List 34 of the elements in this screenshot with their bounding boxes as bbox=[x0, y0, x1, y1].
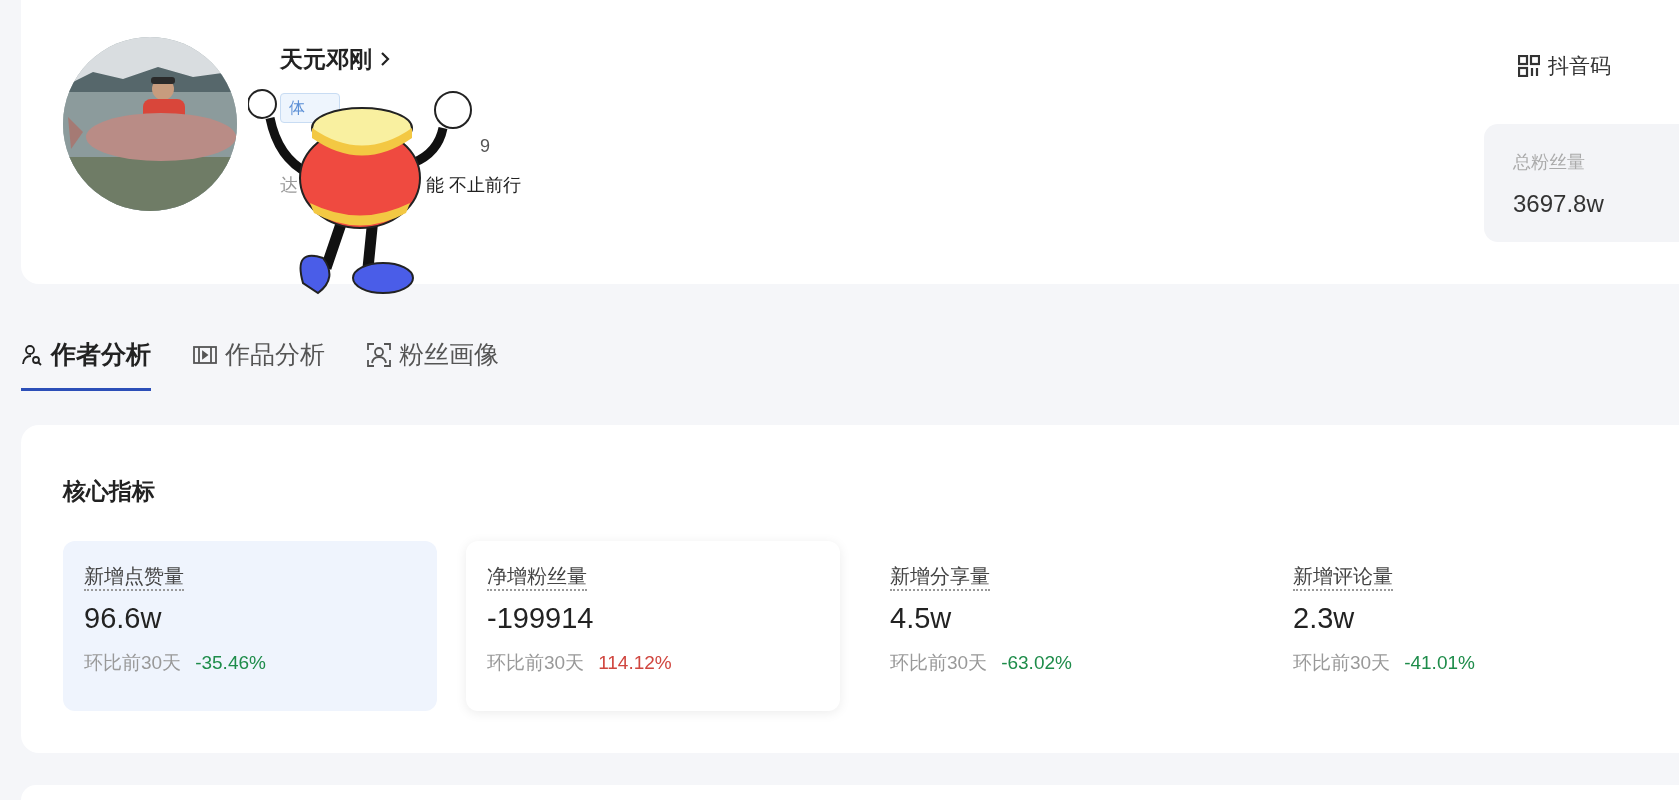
tab[interactable]: 作者分析 bbox=[21, 336, 151, 391]
metric-label: 新增评论量 bbox=[1293, 563, 1393, 591]
metric-label: 新增分享量 bbox=[890, 563, 990, 591]
film-icon bbox=[193, 344, 217, 365]
section-title: 核心指标 bbox=[63, 477, 155, 506]
metric-label: 新增点赞量 bbox=[84, 563, 184, 591]
chevron-right-icon[interactable] bbox=[380, 51, 390, 68]
user-search-icon bbox=[21, 343, 43, 366]
change-percent: -35.46% bbox=[195, 650, 266, 675]
metric-value: 2.3w bbox=[1293, 601, 1355, 636]
stat-value: 3697.8w bbox=[1513, 189, 1604, 219]
metric-card[interactable]: 净增粉丝量 -199914 环比前30天 114.12% bbox=[466, 541, 840, 711]
change-percent: 114.12% bbox=[598, 650, 672, 675]
tab[interactable]: 粉丝画像 bbox=[367, 336, 499, 391]
compare-label: 环比前30天 bbox=[1293, 650, 1391, 675]
info-text: 达 bbox=[280, 173, 298, 197]
qr-code-icon[interactable] bbox=[1518, 54, 1540, 77]
change-percent: -41.01% bbox=[1404, 650, 1475, 675]
author-name[interactable]: 天元邓刚 bbox=[280, 42, 372, 77]
tab[interactable]: 作品分析 bbox=[193, 336, 325, 391]
douyin-code-link[interactable]: 抖音码 bbox=[1548, 50, 1611, 82]
metric-value: -199914 bbox=[487, 601, 594, 636]
info-text: 能 不止前行 bbox=[426, 173, 521, 197]
metric-value: 4.5w bbox=[890, 601, 952, 636]
change-percent: -63.02% bbox=[1001, 650, 1072, 675]
compare-label: 环比前30天 bbox=[890, 650, 988, 675]
compare-label: 环比前30天 bbox=[84, 650, 182, 675]
metric-value: 96.6w bbox=[84, 601, 162, 636]
metric-label: 净增粉丝量 bbox=[487, 563, 587, 591]
compare-label: 环比前30天 bbox=[487, 650, 585, 675]
metric-card[interactable]: 新增点赞量 96.6w 环比前30天 -35.46% bbox=[63, 541, 437, 711]
stat-label: 总粉丝量 bbox=[1513, 151, 1585, 174]
info-text: 9 bbox=[480, 134, 490, 158]
face-scan-icon bbox=[367, 342, 391, 367]
